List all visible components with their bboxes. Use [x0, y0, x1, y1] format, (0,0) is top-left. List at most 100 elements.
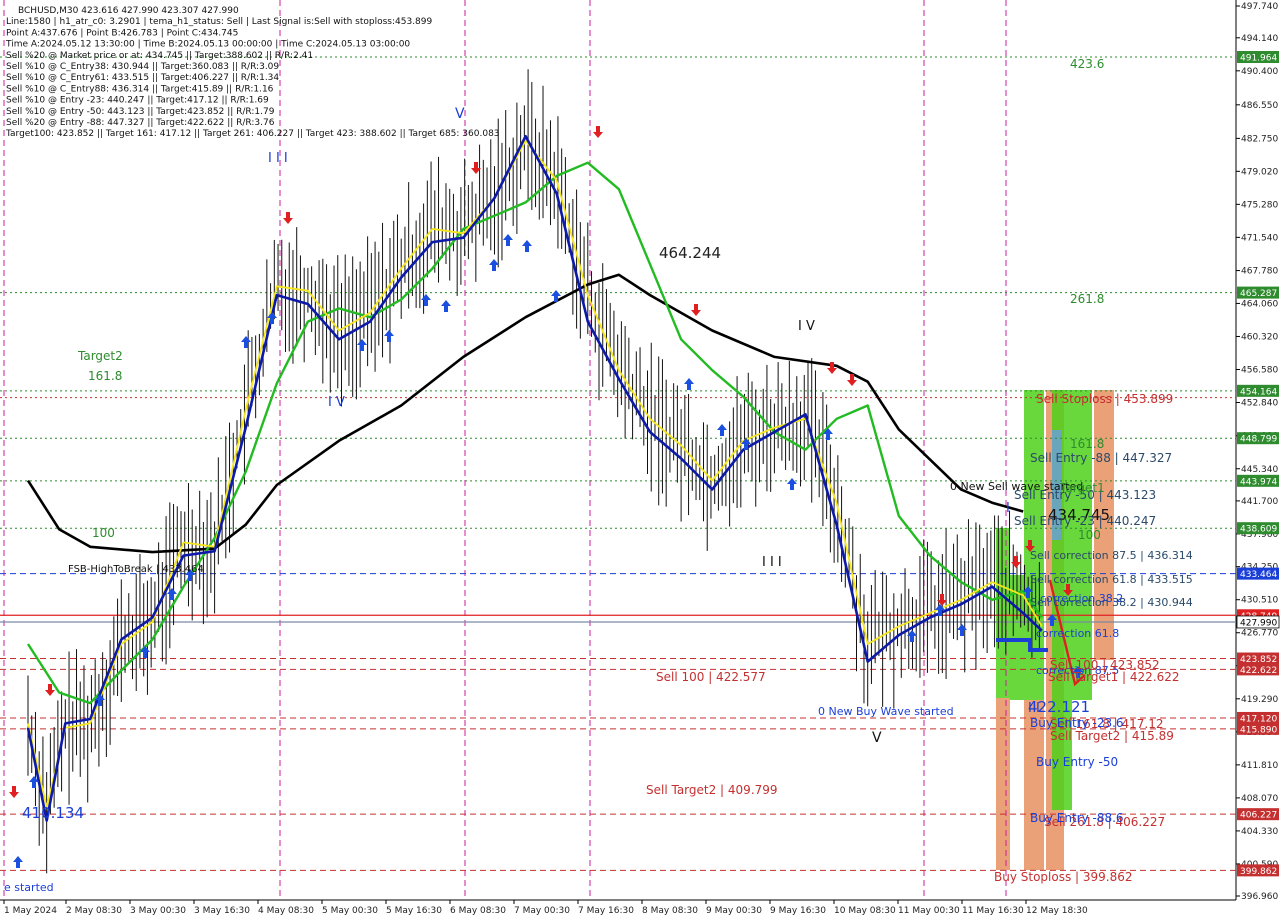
sell-level-label: Sell correction 61.8 | 433.515	[1030, 573, 1193, 586]
sell-level-label: Sell correction 87.5 | 436.314	[1030, 549, 1193, 562]
sell-level-label: Sell Stoploss | 453.899	[1036, 392, 1173, 406]
sell-level-label: Sell 100 | 422.577	[656, 670, 766, 684]
info-line: Sell %10 @ Entry -23: 440.247 || Target:…	[6, 96, 269, 106]
price-tick-label: 486.550	[1241, 101, 1278, 111]
price-tick-label: 456.580	[1241, 365, 1278, 375]
info-line: Sell %10 @ C_Entry38: 430.944 || Target:…	[6, 62, 279, 72]
time-tick-label: 11 May 16:30	[962, 906, 1024, 916]
time-tick-label: 6 May 08:30	[450, 906, 506, 916]
time-tick-label: 8 May 08:30	[642, 906, 698, 916]
info-line: Sell %20 @ Market price or at: 434.745 |…	[6, 51, 313, 61]
price-tick-label: 471.540	[1241, 233, 1278, 243]
price-tick-label: 464.060	[1241, 299, 1278, 309]
info-line: BCHUSD,M30 423.616 427.990 423.307 427.9…	[18, 6, 239, 16]
info-line: Time A:2024.05.12 13:30:00 | Time B:2024…	[5, 40, 410, 50]
sell-level-label: Sell Target1 | 422.622	[1048, 670, 1180, 684]
info-line: Sell %20 @ Entry -88: 447.327 || Target:…	[6, 118, 275, 128]
price-badge-label: 415.890	[1240, 725, 1277, 735]
price-badge-label: 465.287	[1240, 289, 1277, 299]
wave-start-label: e started	[4, 881, 54, 894]
wave-label: I V	[798, 319, 815, 334]
time-tick-label: 4 May 08:30	[258, 906, 314, 916]
zone-block	[1024, 390, 1044, 700]
price-tick-label: 494.140	[1241, 34, 1278, 44]
price-label-410: 410.134	[22, 804, 84, 822]
time-tick-label: 1 May 2024	[4, 906, 57, 916]
price-badge-label: 427.990	[1240, 618, 1277, 628]
wave-label: I	[1006, 501, 1010, 516]
target-label: 161.8	[88, 369, 122, 383]
time-tick-label: 5 May 16:30	[386, 906, 442, 916]
info-line: Sell %10 @ C_Entry88: 436.314 || Target:…	[6, 84, 274, 94]
wave-label: V	[872, 730, 882, 746]
price-tick-label: 419.290	[1241, 695, 1278, 705]
price-badge-label: 443.974	[1240, 477, 1277, 487]
price-tick-label: 467.780	[1241, 267, 1278, 277]
price-tick-label: 404.330	[1241, 827, 1278, 837]
wave-label: V	[455, 106, 465, 122]
sell-level-label: Sell Entry -88 | 447.327	[1030, 451, 1172, 465]
time-tick-label: 7 May 00:30	[514, 906, 570, 916]
target-label: 100	[92, 526, 115, 540]
price-tick-label: 475.280	[1241, 200, 1278, 210]
time-tick-label: 12 May 18:30	[1026, 906, 1088, 916]
target-label: 261.8	[1070, 292, 1104, 306]
price-tick-label: 408.070	[1241, 794, 1278, 804]
price-tick-label: 497.740	[1241, 2, 1278, 12]
price-label-464: 464.244	[659, 244, 721, 262]
info-line: Sell %10 @ C_Entry61: 433.515 || Target:…	[6, 73, 279, 83]
info-line: Line:1580 | h1_atr_c0: 3.2901 | tema_h1_…	[6, 17, 433, 27]
correction-label: correction 61.8	[1036, 627, 1119, 640]
price-tick-label: 426.770	[1241, 629, 1278, 639]
buy-level-label: Buy Entry -88.6	[1030, 811, 1124, 825]
time-tick-label: 7 May 16:30	[578, 906, 634, 916]
wave-label: I I	[1028, 701, 1040, 716]
buy-level-label: Buy Entry -23.6	[1030, 716, 1124, 730]
time-tick-label: 5 May 00:30	[322, 906, 378, 916]
target-label: Target2	[77, 349, 123, 363]
target-label: 161.8	[1070, 437, 1104, 451]
wave-label: I V	[328, 395, 345, 410]
buy-level-label: Buy Entry -50	[1036, 755, 1118, 769]
correction-label: correction 38.2	[1040, 592, 1123, 605]
time-tick-label: 3 May 00:30	[130, 906, 186, 916]
time-tick-label: 3 May 16:30	[194, 906, 250, 916]
price-tick-label: 396.960	[1241, 892, 1278, 902]
price-chart[interactable]: MARKETZITRADE 464.244410.134422.121434.7…	[0, 0, 1280, 920]
time-tick-label: 10 May 08:30	[834, 906, 896, 916]
price-tick-label: 490.400	[1241, 67, 1278, 77]
info-line: Sell %10 @ Entry -50: 443.123 || Target:…	[6, 107, 275, 117]
time-tick-label: 11 May 00:30	[898, 906, 960, 916]
price-badge-label: 454.164	[1240, 387, 1277, 397]
buy-level-label: Buy Stoploss | 399.862	[994, 870, 1133, 884]
sell-level-label: Sell Entry -23 | 440.247	[1014, 514, 1156, 528]
info-line: Target100: 423.852 || Target 161: 417.12…	[5, 129, 500, 139]
price-tick-label: 482.750	[1241, 134, 1278, 144]
wave-start-label: 0 New Buy Wave started	[818, 705, 954, 718]
price-tick-label: 479.020	[1241, 167, 1278, 177]
target-label: 423.6	[1070, 57, 1104, 71]
sell-level-label: Sell Target2 | 409.799	[646, 783, 778, 797]
price-tick-label: 411.810	[1241, 761, 1278, 771]
time-tick-label: 9 May 00:30	[706, 906, 762, 916]
price-tick-label: 445.340	[1241, 465, 1278, 475]
fsb-label: FSB-HighToBreak | 433.464	[68, 564, 204, 575]
sell-level-label: Sell Target2 | 415.89	[1050, 729, 1174, 743]
target-label: Target1	[1059, 481, 1105, 495]
price-badge-label: 433.464	[1240, 570, 1277, 580]
price-badge-label: 438.609	[1240, 525, 1277, 535]
sell-level-label: Sell 100 | 423.852	[1050, 658, 1160, 672]
price-badge-label: 491.964	[1240, 54, 1277, 64]
price-badge-label: 399.862	[1240, 867, 1277, 877]
time-tick-label: 9 May 16:30	[770, 906, 826, 916]
target-label: 100	[1078, 528, 1101, 542]
price-badge-label: 422.622	[1240, 666, 1277, 676]
price-badge-label: 406.227	[1240, 811, 1277, 821]
price-badge-label: 448.799	[1240, 435, 1277, 445]
price-tick-label: 430.510	[1241, 596, 1278, 606]
time-tick-label: 2 May 08:30	[66, 906, 122, 916]
wave-label: I I I	[268, 151, 288, 166]
wave-label: I I I	[762, 555, 782, 570]
price-tick-label: 460.320	[1241, 332, 1278, 342]
info-line: Point A:437.676 | Point B:426.783 | Poin…	[6, 28, 238, 38]
